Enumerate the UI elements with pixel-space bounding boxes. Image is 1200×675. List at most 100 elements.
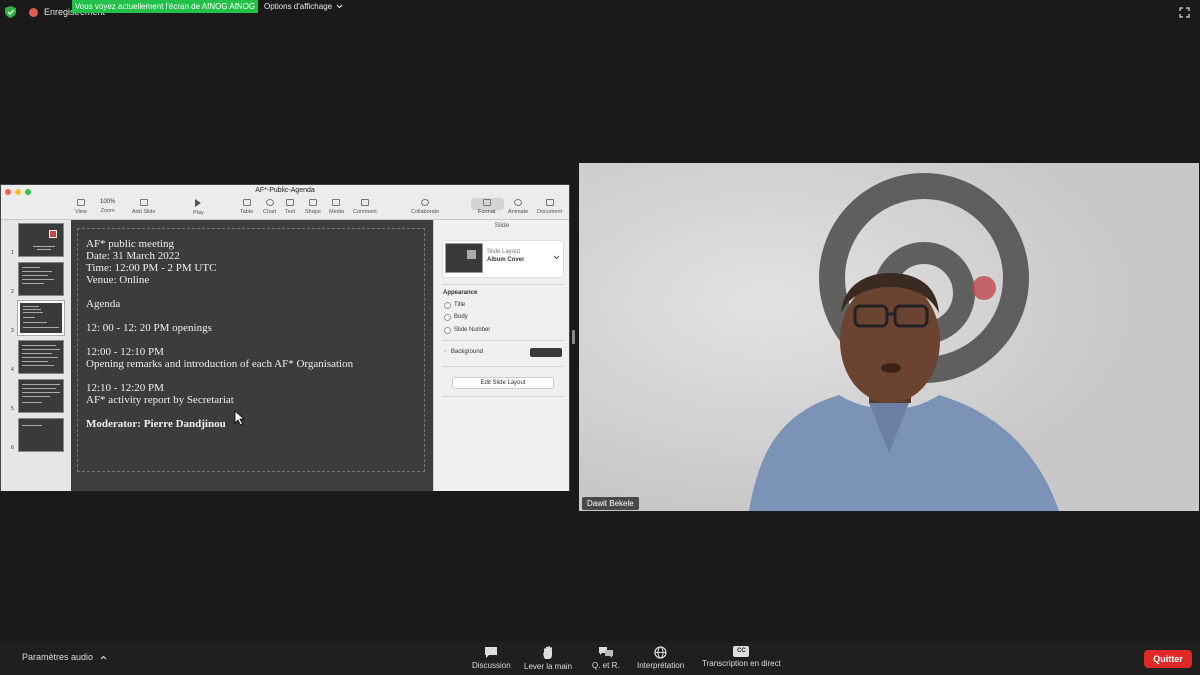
discussion-button[interactable]: Discussion	[472, 646, 511, 670]
audio-settings-label: Paramètres audio	[22, 652, 94, 662]
body-checkbox[interactable]	[444, 314, 451, 321]
slide-number-2: 2	[11, 289, 14, 295]
document-title: AF*-Public-Agenda	[255, 187, 315, 194]
thumb-text-line	[22, 349, 60, 350]
leave-meeting-button[interactable]: Quitter	[1144, 650, 1192, 668]
media-button[interactable]: Media	[329, 199, 344, 215]
table-label: Table	[240, 209, 254, 215]
shape-label: Shape	[305, 209, 321, 215]
slide-layout-picker[interactable]: Slide Layout Album Cover	[442, 240, 564, 278]
media-icon	[332, 199, 341, 206]
slide-thumbnail-4[interactable]	[18, 340, 64, 374]
keynote-toolbar: AF*-Public-Agenda View 100% Zoom Add Slid…	[1, 185, 569, 220]
raise-hand-button[interactable]: Lever la main	[524, 646, 572, 671]
slide-thumbnail-2[interactable]	[18, 262, 64, 296]
format-button[interactable]: Format	[478, 199, 495, 215]
view-options-label: Options d'affichage	[264, 2, 333, 11]
chevron-right-icon[interactable]: ›	[444, 349, 446, 355]
chevron-up-icon	[100, 655, 106, 660]
thumb-text-line	[22, 345, 56, 346]
comment-label: Comment	[353, 209, 377, 215]
comment-button[interactable]: Comment	[353, 199, 377, 215]
shape-button[interactable]: Shape	[305, 199, 321, 215]
thumb-text-line	[23, 306, 39, 307]
qa-button[interactable]: Q. et R.	[592, 646, 620, 670]
thumb-text-line	[23, 312, 43, 313]
slide-number-checkbox[interactable]	[444, 327, 451, 334]
audio-settings-button[interactable]: Paramètres audio	[22, 652, 107, 662]
interpretation-label: Interprétation	[637, 661, 685, 670]
view-button[interactable]: View	[75, 199, 87, 215]
thumb-text-line	[22, 271, 52, 272]
text-label: Text	[285, 209, 296, 215]
thumb-text-line	[22, 365, 54, 366]
title-checkbox[interactable]	[444, 302, 451, 309]
share-banner: Vous voyez actuellement l'écran de AfNOG…	[72, 0, 258, 13]
inspector-tab-slide[interactable]: Slide	[434, 222, 570, 229]
chart-icon	[265, 199, 274, 206]
slide-line: AF* activity report by Secretariat	[86, 394, 234, 406]
slide-number-6: 6	[11, 445, 14, 451]
slide-line: Opening remarks and introduction of each…	[86, 358, 354, 370]
participant-video[interactable]	[579, 163, 1199, 511]
thumb-text-line	[22, 425, 42, 426]
divider	[442, 366, 564, 367]
sidebar-icon	[76, 199, 85, 206]
slide-thumbnail-3[interactable]	[17, 300, 65, 336]
shield-icon[interactable]	[5, 6, 16, 18]
format-label: Format	[478, 209, 496, 215]
animate-label: Animate	[508, 209, 529, 215]
zoom-button[interactable]: 100% Zoom	[100, 199, 115, 214]
add-slide-icon	[139, 199, 148, 206]
pane-resize-handle[interactable]	[572, 330, 575, 344]
slide-line: Date: 31 March 2022	[86, 250, 180, 262]
thumb-text-line	[22, 279, 54, 280]
chat-icon	[485, 647, 498, 658]
live-transcript-button[interactable]: CC Transcription en direct	[702, 646, 781, 668]
slide-thumbnail-6[interactable]	[18, 418, 64, 452]
slide-text-box[interactable]: AF* public meeting Date: 31 March 2022 T…	[77, 228, 425, 472]
chart-label: Chart	[263, 209, 277, 215]
shared-screen-keynote: AF*-Public-Agenda View 100% Zoom Add Slid…	[0, 184, 570, 491]
document-button[interactable]: Document	[537, 199, 562, 215]
thumb-image	[49, 230, 57, 238]
slide-thumbnail-5[interactable]	[18, 379, 64, 413]
qa-label: Q. et R.	[592, 661, 620, 670]
thumb-text-line	[33, 246, 55, 247]
thumb-text-line	[22, 402, 42, 403]
animate-icon	[514, 199, 523, 206]
slide-line: AF* public meeting	[86, 238, 174, 250]
add-slide-button[interactable]: Add Slide	[132, 199, 156, 215]
slide-line: 12:00 - 12:10 PM	[86, 346, 164, 358]
slide-line: Agenda	[86, 298, 121, 310]
slide-navigator: 1 2 3 4 5 6	[1, 220, 71, 491]
slide-canvas: AF* public meeting Date: 31 March 2022 T…	[71, 220, 433, 491]
cc-icon: CC	[733, 646, 750, 657]
thumb-text-line	[37, 249, 51, 250]
text-button[interactable]: Text	[285, 199, 295, 215]
fullscreen-icon[interactable]	[1179, 7, 1190, 18]
thumb-text-line	[22, 357, 58, 358]
interpretation-button[interactable]: Interprétation	[637, 646, 684, 670]
video-frame	[579, 163, 1199, 511]
slide-line: Venue: Online	[86, 274, 150, 286]
view-label: View	[75, 209, 87, 215]
collaborate-button[interactable]: Collaborate	[411, 199, 439, 215]
body-checkbox-label: Body	[454, 314, 468, 320]
divider	[442, 340, 564, 341]
play-button[interactable]: Play	[193, 199, 204, 216]
thumb-text-line	[22, 275, 48, 276]
thumb-text-line	[22, 388, 56, 389]
meeting-top-bar: Enregistrement Vous voyez actuellement l…	[0, 0, 1200, 24]
background-color-swatch[interactable]	[530, 348, 562, 357]
slide-thumbnail-1[interactable]	[18, 223, 64, 257]
chart-button[interactable]: Chart	[263, 199, 276, 215]
table-button[interactable]: Table	[240, 199, 253, 215]
divider	[442, 284, 564, 285]
document-label: Document	[537, 209, 563, 215]
view-options-button[interactable]: Options d'affichage	[264, 2, 343, 11]
animate-button[interactable]: Animate	[508, 199, 528, 215]
thumb-text-line	[22, 392, 60, 393]
text-icon	[286, 199, 295, 206]
edit-slide-layout-button[interactable]: Edit Slide Layout	[452, 377, 554, 389]
